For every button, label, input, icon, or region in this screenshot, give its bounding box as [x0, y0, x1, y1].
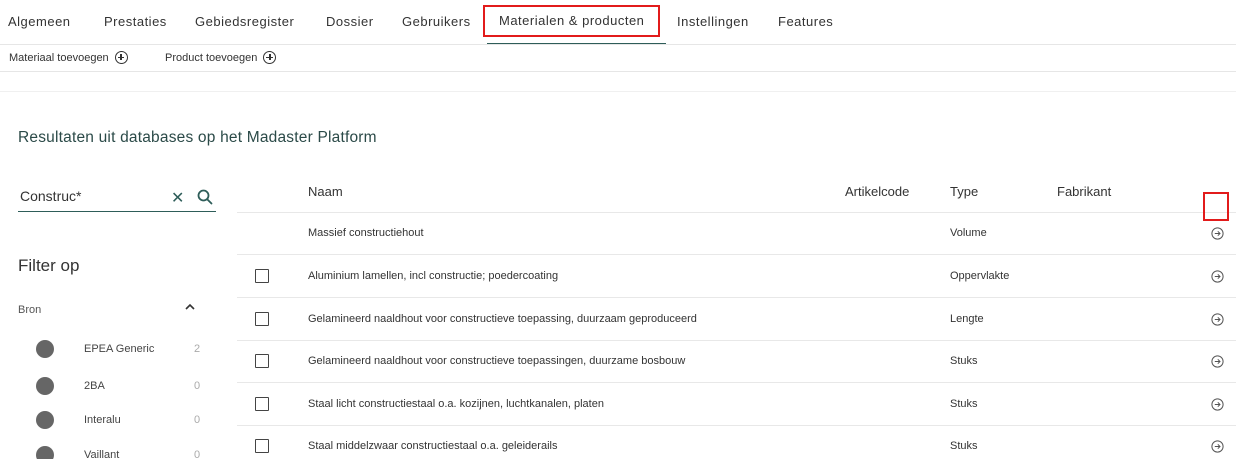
source-toggle-icon[interactable] [36, 411, 54, 429]
arrow-right-circle-icon[interactable] [1211, 355, 1224, 368]
row-checkbox[interactable] [255, 439, 269, 453]
table-row[interactable]: Gelamineerd naaldhout voor constructieve… [237, 299, 1236, 341]
table-row[interactable]: Staal licht constructiestaal o.a. kozijn… [237, 384, 1236, 426]
table-row[interactable]: Aluminium lamellen, incl constructie; po… [237, 256, 1236, 298]
arrow-right-circle-icon[interactable] [1211, 270, 1224, 283]
add-material-label: Materiaal toevoegen [9, 51, 109, 64]
sub-toolbar: Materiaal toevoegen Product toevoegen [0, 44, 1236, 72]
table-row[interactable]: Massief constructiehout Volume [237, 213, 1236, 255]
source-count: 2 [194, 343, 201, 355]
row-type: Lengte [950, 313, 984, 325]
tab-prestaties[interactable]: Prestaties [104, 8, 167, 38]
tab-gebruikers[interactable]: Gebruikers [402, 8, 471, 38]
arrow-right-circle-icon[interactable] [1211, 398, 1224, 411]
add-product-label: Product toevoegen [165, 51, 258, 64]
source-name: 2BA [84, 380, 105, 392]
filter-title: Filter op [18, 256, 80, 275]
source-toggle-icon[interactable] [36, 340, 54, 358]
row-checkbox[interactable] [255, 397, 269, 411]
row-type: Stuks [950, 398, 978, 410]
chevron-up-icon[interactable] [183, 300, 197, 314]
row-type: Oppervlakte [950, 270, 1010, 282]
table-row[interactable]: Staal middelzwaar constructiestaal o.a. … [237, 426, 1236, 459]
source-count: 0 [194, 449, 201, 459]
row-type: Volume [950, 227, 987, 239]
source-name: Interalu [84, 414, 121, 426]
source-name: Vaillant [84, 449, 120, 459]
source-filter-item[interactable]: 2BA 0 [36, 377, 206, 397]
top-nav: Algemeen Prestaties Gebiedsregister Doss… [0, 0, 1236, 45]
page-heading: Resultaten uit databases op het Madaster… [18, 129, 377, 146]
table-row[interactable]: Gelamineerd naaldhout voor constructieve… [237, 341, 1236, 383]
row-type: Stuks [950, 440, 978, 452]
add-product-button[interactable]: Product toevoegen [165, 51, 277, 64]
row-name: Gelamineerd naaldhout voor constructieve… [308, 355, 686, 367]
divider [0, 91, 1236, 92]
tab-algemeen[interactable]: Algemeen [8, 8, 71, 38]
column-header-type[interactable]: Type [950, 184, 978, 199]
row-checkbox[interactable] [255, 312, 269, 326]
row-checkbox[interactable] [255, 354, 269, 368]
filter-group-label: Bron [18, 304, 42, 316]
tab-features[interactable]: Features [778, 8, 833, 38]
column-header-artikelcode[interactable]: Artikelcode [845, 184, 909, 199]
row-name: Staal licht constructiestaal o.a. kozijn… [308, 398, 604, 410]
plus-circle-icon [263, 51, 277, 64]
row-name: Staal middelzwaar constructiestaal o.a. … [308, 440, 558, 452]
search-icon[interactable] [197, 189, 213, 205]
tab-materialen-producten[interactable]: Materialen & producten [483, 5, 661, 37]
search-box: ✕ [18, 186, 216, 212]
source-count: 0 [194, 414, 201, 426]
search-input[interactable] [20, 188, 160, 204]
row-checkbox[interactable] [255, 269, 269, 283]
tab-dossier[interactable]: Dossier [326, 8, 374, 38]
tab-gebiedsregister[interactable]: Gebiedsregister [195, 8, 294, 38]
source-count: 0 [194, 380, 201, 392]
source-name: EPEA Generic [84, 343, 155, 355]
row-name: Aluminium lamellen, incl constructie; po… [308, 270, 559, 282]
plus-circle-icon [114, 51, 128, 64]
source-filter-item[interactable]: Interalu 0 [36, 411, 206, 431]
row-type: Stuks [950, 355, 978, 367]
arrow-right-circle-icon[interactable] [1211, 440, 1224, 453]
source-toggle-icon[interactable] [36, 377, 54, 395]
arrow-right-circle-icon[interactable] [1211, 313, 1224, 326]
clear-icon[interactable]: ✕ [171, 188, 184, 208]
arrow-right-circle-icon[interactable] [1211, 227, 1224, 240]
row-name: Gelamineerd naaldhout voor constructieve… [308, 313, 697, 325]
source-toggle-icon[interactable] [36, 446, 54, 459]
source-filter-item[interactable]: Vaillant 0 [36, 446, 206, 459]
row-name: Massief constructiehout [308, 227, 424, 239]
source-filter-item[interactable]: EPEA Generic 2 [36, 340, 206, 360]
column-header-naam[interactable]: Naam [308, 184, 343, 199]
add-material-button[interactable]: Materiaal toevoegen [9, 51, 128, 64]
tab-instellingen[interactable]: Instellingen [677, 8, 749, 38]
column-header-fabrikant[interactable]: Fabrikant [1057, 184, 1111, 199]
